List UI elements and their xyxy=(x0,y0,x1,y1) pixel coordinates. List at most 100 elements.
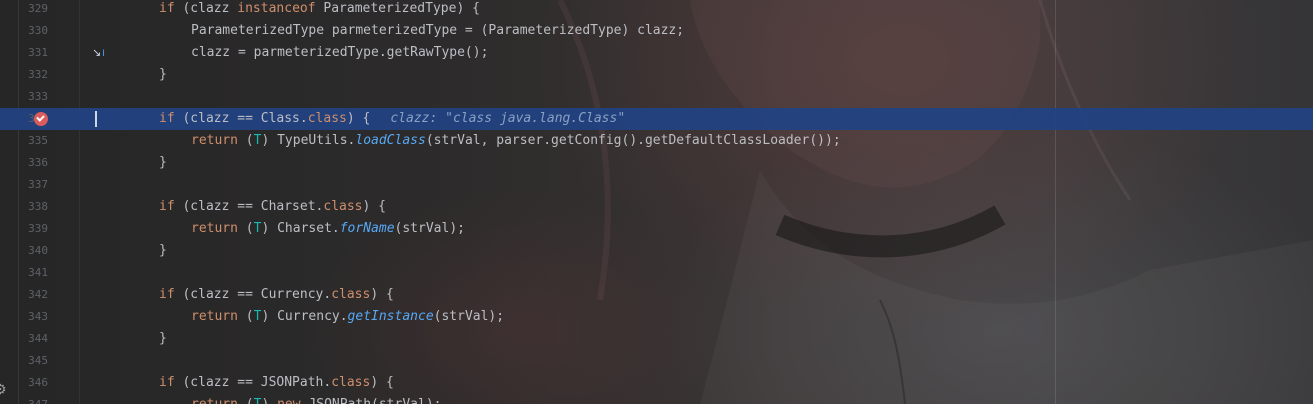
code-token: class xyxy=(331,375,371,390)
line-number[interactable]: 333 xyxy=(22,86,48,108)
code-token: return xyxy=(191,133,238,148)
line-number[interactable]: 344 xyxy=(22,328,48,350)
code-line[interactable]: 345 xyxy=(0,350,1313,372)
line-number[interactable]: 346 xyxy=(22,372,48,394)
code-text[interactable]: if (clazz instanceof ParameterizedType) … xyxy=(159,0,480,20)
line-number[interactable]: 340 xyxy=(22,240,48,262)
code-token: (strVal, parser.getConfig().getDefaultCl… xyxy=(425,133,841,148)
code-token: ( xyxy=(237,133,254,148)
code-text[interactable]: } xyxy=(159,64,167,86)
code-token: class xyxy=(323,199,363,214)
code-token: loadClass xyxy=(355,133,426,148)
code-token: } xyxy=(159,243,167,258)
code-token: } xyxy=(159,331,167,346)
code-text[interactable]: return (T) new JSONPath(strVal); xyxy=(191,394,441,404)
line-number[interactable]: 332 xyxy=(22,64,48,86)
code-text[interactable]: if (clazz == Charset.class) { xyxy=(159,196,386,218)
line-number[interactable]: 342 xyxy=(22,284,48,306)
code-token: getInstance xyxy=(347,309,434,324)
code-token: if xyxy=(159,375,175,390)
code-line[interactable]: 338 if (clazz == Charset.class) { xyxy=(0,196,1313,218)
code-token: clazz = parmeterizedType.getRawType(); xyxy=(191,45,489,60)
code-token: (strVal); xyxy=(433,309,505,324)
code-token: ( xyxy=(238,397,254,404)
breakpoint-icon[interactable] xyxy=(34,112,48,126)
code-token: (clazz == JSONPath. xyxy=(174,375,332,390)
code-token: (clazz == Currency. xyxy=(174,287,332,302)
code-token: if xyxy=(159,1,175,16)
code-text[interactable]: return (T) TypeUtils.loadClass(strVal, p… xyxy=(191,130,841,152)
code-editor[interactable]: 329 if (clazz instanceof ParameterizedTyp… xyxy=(0,0,1313,404)
code-token: ParameterizedType) { xyxy=(315,1,480,16)
line-number[interactable]: 338 xyxy=(22,196,48,218)
code-token: return xyxy=(191,221,238,236)
settings-gear-icon[interactable]: ⚙ xyxy=(0,383,8,397)
code-token: ( xyxy=(237,309,254,324)
code-text[interactable]: } xyxy=(159,328,167,350)
code-text[interactable]: } xyxy=(159,152,167,174)
code-line[interactable]: 340} xyxy=(0,240,1313,262)
code-text[interactable]: ParameterizedType parmeterizedType = (Pa… xyxy=(191,20,684,42)
code-line[interactable]: 347 return (T) new JSONPath(strVal); xyxy=(0,394,1313,404)
code-line[interactable]: 344} xyxy=(0,328,1313,350)
line-number[interactable]: 336 xyxy=(22,152,48,174)
code-line[interactable]: 333 xyxy=(0,86,1313,108)
code-token: ) TypeUtils. xyxy=(261,133,356,148)
code-line[interactable]: 343 return (T) Currency.getInstance(strVa… xyxy=(0,306,1313,328)
code-line[interactable]: 339 return (T) Charset.forName(strVal); xyxy=(0,218,1313,240)
code-token: ) { xyxy=(362,199,386,214)
code-token: ) xyxy=(261,397,277,404)
line-number[interactable]: 335 xyxy=(22,130,48,152)
code-token: JSONPath(strVal); xyxy=(301,397,441,404)
code-token: ) Charset. xyxy=(261,221,340,236)
line-number[interactable]: 330 xyxy=(22,20,48,42)
line-number[interactable]: 331 xyxy=(22,42,48,64)
code-line[interactable]: 331 ↘I clazz = parmeterizedType.getRawType… xyxy=(0,42,1313,64)
code-token: ) { xyxy=(370,287,394,302)
code-token: (strVal); xyxy=(394,221,465,236)
code-token: (clazz == Class. xyxy=(174,111,308,126)
line-number[interactable]: 329 xyxy=(22,0,48,20)
code-line[interactable]: 336} xyxy=(0,152,1313,174)
code-token: instanceof xyxy=(237,1,316,16)
line-number[interactable]: 339 xyxy=(22,218,48,240)
code-text[interactable]: clazz = parmeterizedType.getRawType(); xyxy=(191,42,488,64)
code-token: if xyxy=(159,111,175,126)
code-token: } xyxy=(159,155,167,170)
code-token: (clazz xyxy=(174,1,238,16)
code-line[interactable]: 337 xyxy=(0,174,1313,196)
code-token: new xyxy=(277,397,300,404)
code-line[interactable]: 335 return (T) TypeUtils.loadClass(strVal… xyxy=(0,130,1313,152)
code-line[interactable]: 346 if (clazz == JSONPath.class) { xyxy=(0,372,1313,394)
code-token: ) { xyxy=(370,375,394,390)
code-token: class xyxy=(331,287,371,302)
code-token: if xyxy=(159,287,175,302)
code-token: ) { xyxy=(346,111,371,126)
code-line[interactable]: 342 if (clazz == Currency.class) { xyxy=(0,284,1313,306)
step-cursor-icon[interactable]: ↘I xyxy=(92,47,105,60)
line-number[interactable]: 347 xyxy=(22,394,48,404)
code-token: forName xyxy=(339,221,395,236)
code-text[interactable]: if (clazz == Class.class) { clazz: "class… xyxy=(159,108,625,130)
code-line[interactable]: 329 if (clazz instanceof ParameterizedTyp… xyxy=(0,0,1313,20)
code-line[interactable]: 332} xyxy=(0,64,1313,86)
code-token: return xyxy=(191,309,238,324)
line-number[interactable]: 337 xyxy=(22,174,48,196)
code-token: } xyxy=(159,67,167,82)
code-text[interactable]: if (clazz == JSONPath.class) { xyxy=(159,372,394,394)
code-line[interactable]: 334if (clazz == Class.class) {clazz: "cl… xyxy=(0,108,1313,130)
code-text[interactable]: if (clazz == Currency.class) { xyxy=(159,284,394,306)
line-number[interactable]: 343 xyxy=(22,306,48,328)
code-token: class xyxy=(307,111,347,126)
code-token: ( xyxy=(237,221,254,236)
code-text[interactable]: } xyxy=(159,240,167,262)
code-token: (clazz == Charset. xyxy=(174,199,324,214)
inline-debug-value: clazz: "class java.lang.Class" xyxy=(390,111,626,126)
line-number[interactable]: 341 xyxy=(22,262,48,284)
code-line[interactable]: 330 ParameterizedType parmeterizedType = … xyxy=(0,20,1313,42)
code-text[interactable]: return (T) Charset.forName(strVal); xyxy=(191,218,465,240)
code-token: ) Currency. xyxy=(261,309,348,324)
code-line[interactable]: 341 xyxy=(0,262,1313,284)
line-number[interactable]: 345 xyxy=(22,350,48,372)
code-text[interactable]: return (T) Currency.getInstance(strVal); xyxy=(191,306,504,328)
